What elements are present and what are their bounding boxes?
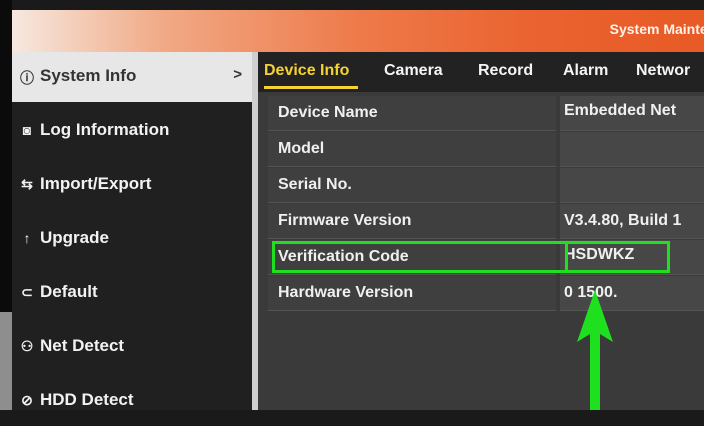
table-row: Device Name Embedded Net — [268, 96, 704, 131]
sidebar-item-net-detect[interactable]: ⚇ Net Detect — [12, 322, 252, 372]
main-panel: Device Info Camera Record Alarm Networ D… — [258, 52, 704, 410]
sidebar-item-log-information[interactable]: ◙ Log Information — [12, 106, 252, 156]
tab-camera[interactable]: Camera — [384, 62, 443, 80]
table-row: Model — [268, 132, 704, 167]
sidebar-item-label: Default — [40, 282, 98, 301]
chevron-right-icon: > — [233, 66, 242, 83]
highlight-divider — [565, 241, 568, 273]
table-row: Firmware Version V3.4.80, Build 1 — [268, 204, 704, 239]
log-icon: ◙ — [22, 122, 32, 138]
sidebar-item-default[interactable]: ⊂ Default — [12, 268, 252, 318]
sidebar-item-upgrade[interactable]: ↑ Upgrade — [12, 214, 252, 264]
sidebar-item-label: Import/Export — [40, 174, 152, 193]
tab-bar: Device Info Camera Record Alarm Networ — [258, 52, 704, 92]
sidebar-item-label: Net Detect — [40, 336, 125, 355]
table-row: Hardware Version 0 1500. — [268, 276, 704, 311]
default-icon: ⊂ — [21, 284, 33, 300]
sidebar-item-import-export[interactable]: ⇆ Import/Export — [12, 160, 252, 210]
tab-record[interactable]: Record — [478, 62, 533, 80]
row-label: Serial No. — [278, 176, 352, 193]
row-value: V3.4.80, Build 1 — [564, 212, 682, 229]
hdd-detect-icon: ⊘ — [21, 392, 33, 408]
net-detect-icon: ⚇ — [20, 338, 34, 354]
pointer-arrow-icon — [577, 290, 613, 410]
title-bar: System Maintens — [12, 10, 704, 52]
sidebar-item-label: System Info — [40, 66, 137, 85]
tab-device-info[interactable]: Device Info — [264, 62, 349, 80]
verification-code-highlight-box — [272, 241, 670, 273]
tab-alarm[interactable]: Alarm — [563, 62, 608, 80]
screen-edge — [0, 0, 12, 410]
row-label: Model — [278, 140, 325, 157]
info-icon: ⓘ — [20, 70, 34, 86]
screen-edge-grey — [0, 312, 12, 410]
upgrade-icon: ↑ — [23, 230, 31, 246]
table-row: Serial No. — [268, 168, 704, 203]
sidebar-item-system-info[interactable]: ⓘ System Info > — [12, 52, 252, 102]
active-tab-underline — [264, 86, 358, 89]
sidebar-item-label: Upgrade — [40, 228, 109, 247]
sidebar-item-label: HDD Detect — [40, 390, 134, 409]
row-label: Hardware Version — [278, 284, 414, 301]
sidebar-item-hdd-detect[interactable]: ⊘ HDD Detect — [12, 376, 252, 426]
row-value: Embedded Net — [564, 102, 677, 119]
import-export-icon: ⇆ — [21, 176, 33, 192]
row-label: Firmware Version — [278, 212, 412, 229]
sidebar-item-label: Log Information — [40, 120, 170, 139]
window-title: System Maintens — [609, 21, 704, 37]
row-label: Device Name — [278, 104, 378, 121]
sidebar: ⓘ System Info > ◙ Log Information ⇆ Impo… — [12, 52, 252, 410]
tab-network[interactable]: Networ — [636, 62, 690, 80]
